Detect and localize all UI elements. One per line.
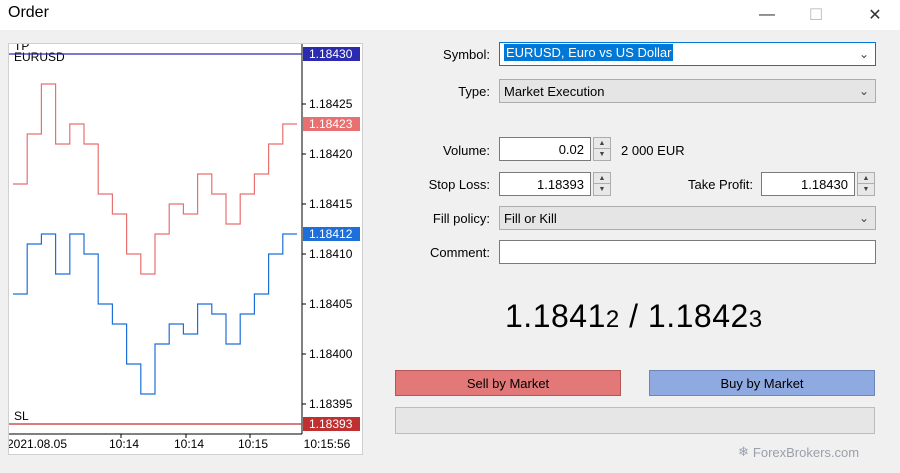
logo-icon: ❄: [738, 444, 749, 459]
sl-label: SL: [14, 409, 29, 423]
ask-price-main: 1.1842: [647, 298, 749, 334]
comment-label: Comment:: [430, 245, 490, 260]
tp-price-tag: 1.18430: [309, 47, 353, 61]
minimize-icon[interactable]: —: [744, 0, 790, 30]
y-tick-label: 1.18400: [309, 347, 353, 361]
y-tick-label: 1.18410: [309, 247, 353, 261]
fill-policy-value: Fill or Kill: [504, 211, 557, 226]
volume-stepper[interactable]: ▲ ▼: [593, 137, 611, 161]
volume-input[interactable]: 0.02: [499, 137, 591, 161]
stop-loss-label: Stop Loss:: [428, 177, 490, 192]
symbol-select[interactable]: EURUSD, Euro vs US Dollar ⌄: [499, 42, 876, 66]
quote-separator: /: [619, 298, 648, 334]
bid-price-pip: 2: [605, 306, 620, 333]
chevron-down-icon: ⌄: [858, 84, 869, 98]
symbol-value: EURUSD, Euro vs US Dollar: [504, 44, 674, 61]
y-tick-label: 1.18425: [309, 97, 353, 111]
ask-price-pip: 3: [748, 306, 763, 333]
watermark-text: ForexBrokers.com: [752, 444, 860, 460]
x-tick-label: 2021.08.05: [9, 437, 67, 451]
chevron-up-icon[interactable]: ▲: [594, 138, 610, 149]
x-tick-label: 10:15: [238, 437, 268, 451]
type-value: Market Execution: [504, 84, 605, 99]
stop-loss-stepper[interactable]: ▲ ▼: [593, 172, 611, 196]
take-profit-stepper[interactable]: ▲ ▼: [857, 172, 875, 196]
bid-price-tag: 1.18412: [309, 227, 353, 241]
close-icon[interactable]: ✕: [852, 0, 898, 30]
chevron-up-icon[interactable]: ▲: [858, 173, 874, 184]
y-tick-label: 1.18395: [309, 397, 353, 411]
take-profit-input[interactable]: 1.18430: [761, 172, 855, 196]
take-profit-label: Take Profit:: [687, 177, 753, 192]
watermark: ❄ ForexBrokers.com: [738, 444, 859, 460]
y-tick-label: 1.18420: [309, 147, 353, 161]
y-tick-label: 1.18415: [309, 197, 353, 211]
tp-label: TP: [14, 44, 29, 53]
x-tick-label: 10:15:56: [304, 437, 351, 451]
quote-display: 1.18412 / 1.18423: [505, 298, 763, 335]
bid-price-main: 1.1841: [505, 298, 606, 334]
buy-by-market-button[interactable]: Buy by Market: [649, 370, 875, 396]
chevron-down-icon: ⌄: [858, 211, 869, 225]
type-label: Type:: [458, 84, 490, 99]
y-tick-label: 1.18405: [309, 297, 353, 311]
type-select[interactable]: Market Execution ⌄: [499, 79, 876, 103]
volume-note: 2 000 EUR: [621, 143, 685, 158]
fill-policy-label: Fill policy:: [432, 211, 490, 226]
status-bar: [395, 407, 875, 434]
symbol-label: Symbol:: [443, 47, 490, 62]
tick-chart: EURUSD TP SL 1.18425 1.18420 1.18415 1.18410 1…: [8, 43, 363, 455]
x-tick-label: 10:14: [109, 437, 139, 451]
maximize-icon[interactable]: ☐: [793, 0, 839, 30]
sell-by-market-button[interactable]: Sell by Market: [395, 370, 621, 396]
window-title: Order: [8, 4, 49, 21]
ask-price-tag: 1.18423: [309, 117, 353, 131]
chevron-up-icon[interactable]: ▲: [594, 173, 610, 184]
fill-policy-select[interactable]: Fill or Kill ⌄: [499, 206, 876, 230]
stop-loss-input[interactable]: 1.18393: [499, 172, 591, 196]
sl-price-tag: 1.18393: [309, 417, 353, 431]
volume-label: Volume:: [443, 143, 490, 158]
chart-canvas: EURUSD TPSL1.184251.184201.184151.184101…: [9, 44, 360, 451]
chevron-down-icon[interactable]: ▼: [594, 149, 610, 160]
chevron-down-icon[interactable]: ▼: [858, 184, 874, 195]
title-bar: Order — ☐ ✕: [0, 0, 900, 30]
chevron-down-icon: ⌄: [858, 47, 869, 61]
chevron-down-icon[interactable]: ▼: [594, 184, 610, 195]
x-tick-label: 10:14: [174, 437, 204, 451]
comment-input[interactable]: [499, 240, 876, 264]
